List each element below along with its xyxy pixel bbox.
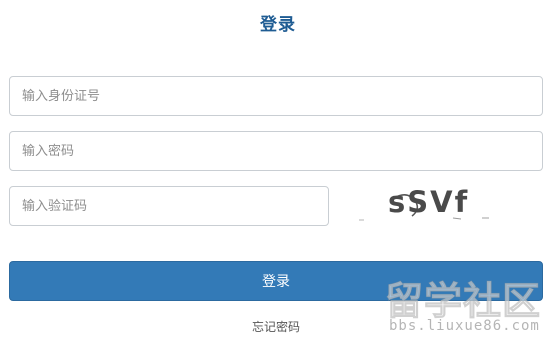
captcha-image[interactable]: sSVf [358, 180, 508, 224]
password-input[interactable] [9, 131, 543, 171]
page-title: 登录 [260, 15, 296, 35]
captcha-text: sSVf [388, 185, 469, 219]
id-number-input[interactable] [9, 76, 543, 116]
forgot-password-link[interactable]: 忘记密码 [0, 318, 552, 335]
login-button[interactable]: 登录 [9, 261, 543, 301]
captcha-input[interactable] [9, 186, 329, 226]
